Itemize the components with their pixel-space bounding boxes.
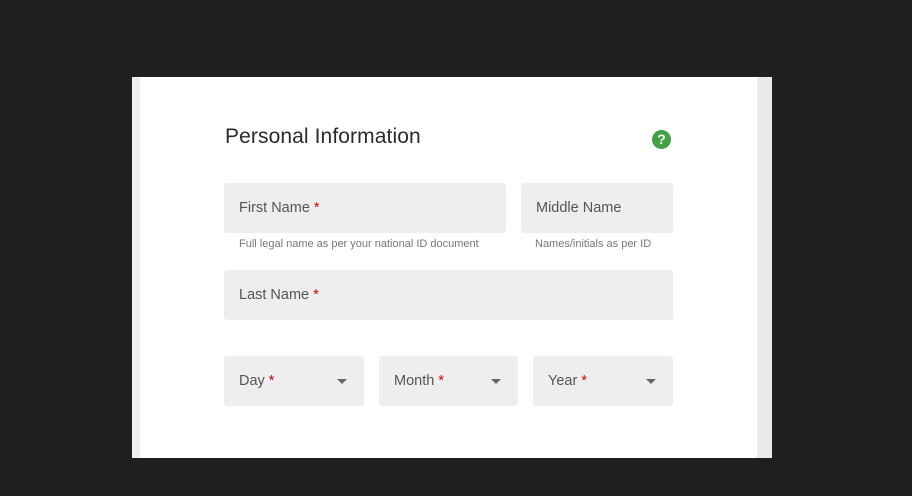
card-left-edge [132, 77, 140, 458]
last-name-field[interactable]: Last Name * [224, 270, 673, 320]
caret-down-icon [491, 379, 501, 384]
month-select[interactable]: Month * [379, 356, 518, 406]
month-label: Month * [394, 373, 444, 389]
first-name-helper: Full legal name as per your national ID … [239, 238, 479, 250]
required-mark: * [268, 373, 275, 389]
middle-name-field[interactable]: Middle Name [521, 183, 673, 233]
middle-name-label: Middle Name [536, 200, 622, 216]
year-select[interactable]: Year * [533, 356, 673, 406]
section-title: Personal Information [225, 125, 421, 148]
caret-down-icon [646, 379, 656, 384]
year-label: Year * [548, 373, 587, 389]
last-name-label: Last Name * [239, 287, 319, 303]
day-select[interactable]: Day * [224, 356, 364, 406]
caret-down-icon [337, 379, 347, 384]
middle-name-helper: Names/initials as per ID [535, 238, 652, 250]
day-label: Day * [239, 373, 275, 389]
required-mark: * [313, 287, 319, 303]
card-scrollbar-track[interactable] [757, 77, 772, 458]
help-icon[interactable]: ? [652, 130, 671, 149]
required-mark: * [313, 200, 320, 216]
required-mark: * [581, 373, 587, 389]
first-name-label: First Name * [239, 200, 320, 216]
personal-information-card: Personal Information ? First Name * Full … [132, 77, 772, 458]
required-mark: * [438, 373, 444, 389]
first-name-field[interactable]: First Name * [224, 183, 506, 233]
